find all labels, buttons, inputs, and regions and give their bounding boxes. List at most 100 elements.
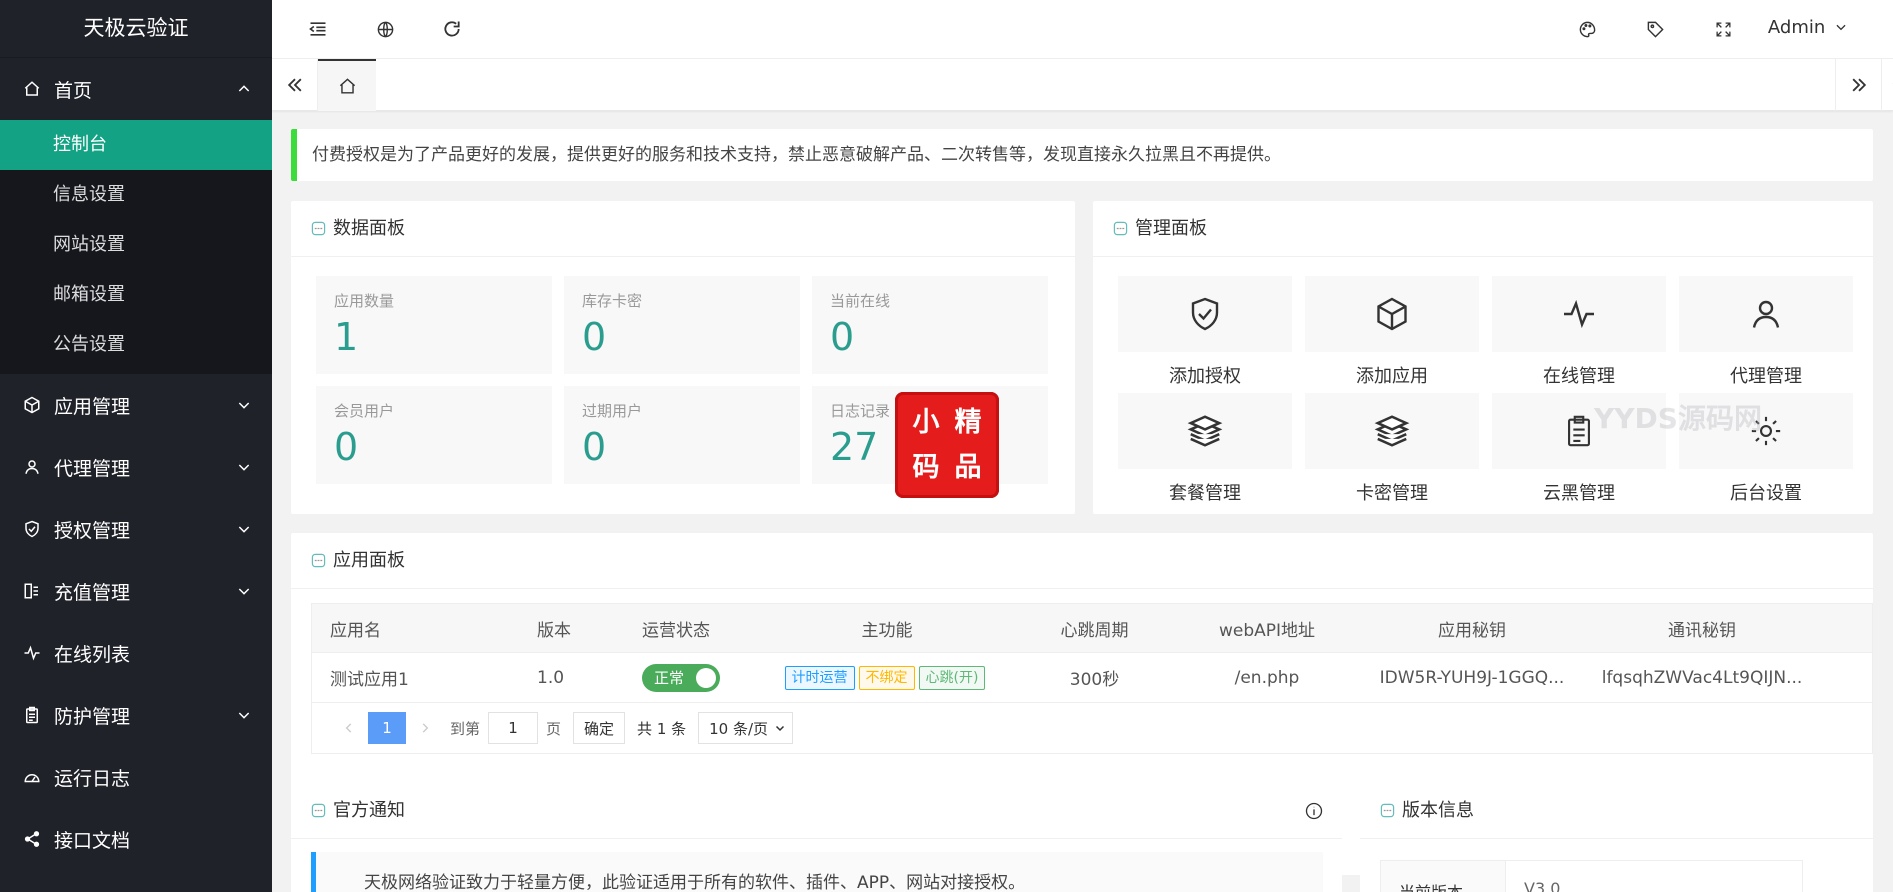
next-page-button[interactable] [406, 712, 444, 744]
sidebar-item-announcement-settings[interactable]: 公告设置 [0, 320, 272, 370]
panel-icon [1380, 803, 1395, 818]
official-notice-text: 天极网络验证致力于轻量方便，此验证适用于所有的软件、插件、APP、网站对接授权。 [311, 852, 1323, 892]
user-name: Admin [1767, 17, 1826, 38]
app-name: 测试应用1 [330, 670, 409, 690]
manage-package[interactable]: 套餐管理 [1118, 393, 1292, 505]
sidebar-item-label: 首页 [54, 79, 93, 102]
tag-button[interactable] [1635, 0, 1675, 58]
top-header: Admin [272, 0, 1893, 59]
status-cell: 正常 [642, 663, 772, 692]
prev-page-button[interactable] [330, 712, 368, 744]
manage-label: 卡密管理 [1356, 483, 1428, 504]
version-value: V3.0 [1524, 879, 1561, 892]
more-button[interactable] [1883, 0, 1893, 58]
manage-add-app[interactable]: 添加应用 [1305, 276, 1479, 388]
cube-icon [1377, 297, 1407, 331]
seal-stamp: 小 精 码 品 [895, 392, 999, 498]
manage-agent[interactable]: 代理管理 [1679, 276, 1853, 388]
page-unit: 页 [546, 719, 562, 738]
clipboard-icon [22, 705, 42, 725]
pagination: 1 到第 1 页 确定 共 1 条 10 条/页 [312, 703, 1872, 753]
sidebar-item-app-manage[interactable]: 应用管理 [0, 374, 272, 436]
sidebar-item-recharge-manage[interactable]: 充值管理 [0, 560, 272, 622]
indent-icon [309, 22, 326, 36]
panel-icon [311, 803, 326, 818]
manage-label: 添加应用 [1356, 366, 1428, 387]
recharge-icon [22, 581, 42, 601]
tab-home[interactable] [318, 59, 376, 111]
manage-online[interactable]: 在线管理 [1492, 276, 1666, 388]
chevron-down-icon [1836, 24, 1846, 31]
switch-knob [696, 667, 716, 688]
chevron-down-icon [776, 725, 785, 732]
manage-add-auth[interactable]: 添加授权 [1118, 276, 1292, 388]
panel-title: 应用面板 [333, 549, 405, 571]
collapse-sidebar-button[interactable] [298, 0, 338, 58]
official-notice-header: 官方通知 [291, 783, 1342, 839]
manage-card[interactable]: 卡密管理 [1305, 393, 1479, 505]
user-menu[interactable]: Admin [1768, 0, 1848, 58]
gauge-icon [22, 767, 42, 787]
sidebar-item-api-docs[interactable]: 接口文档 [0, 808, 272, 870]
refresh-icon [444, 21, 460, 37]
sidebar-item-agent-manage[interactable]: 代理管理 [0, 436, 272, 498]
manage-panel: 管理面板 添加授权 添加应用 在线管理 代理管理 套餐管理 卡密管理 云黑管理 … [1093, 201, 1873, 514]
sidebar-item-dashboard[interactable]: 控制台 [0, 120, 272, 170]
refresh-button[interactable] [432, 0, 472, 58]
api-address: /en.php [1234, 667, 1300, 688]
column-header: 版本 [537, 620, 571, 641]
page-size-select[interactable]: 10 条/页 [698, 712, 794, 744]
panel-title: 管理面板 [1135, 217, 1207, 239]
info-icon[interactable] [1304, 801, 1324, 821]
fullscreen-button[interactable] [1703, 0, 1743, 58]
chevron-up-icon [238, 85, 250, 92]
chevron-left-icon [345, 723, 352, 733]
tag-timed: 计时运营 [784, 665, 855, 690]
sidebar-item-run-log[interactable]: 运行日志 [0, 746, 272, 808]
sidebar-item-site-settings[interactable]: 网站设置 [0, 220, 272, 270]
status-switch[interactable]: 正常 [642, 663, 720, 692]
version-panel-header: 版本信息 [1360, 783, 1873, 839]
stat-card-stock: 库存卡密 0 [564, 276, 800, 374]
sidebar-item-online-list[interactable]: 在线列表 [0, 622, 272, 684]
table-header-row: 应用名 版本 运营状态 主功能 心跳周期 webAPI地址 应用秘钥 通讯秘钥 [312, 604, 1872, 653]
chevron-down-icon [238, 464, 250, 471]
goto-page-input[interactable]: 1 [488, 712, 539, 744]
sidebar-item-auth-manage[interactable]: 授权管理 [0, 498, 272, 560]
stat-value: 0 [830, 315, 855, 359]
page-number[interactable]: 1 [368, 712, 406, 744]
version-table: 当前版本 V3.0 [1380, 860, 1803, 892]
manage-label: 代理管理 [1730, 366, 1802, 387]
column-header: 主功能 [861, 620, 913, 641]
sidebar-item-label: 运行日志 [54, 767, 131, 790]
version-label: 当前版本 [1381, 861, 1506, 892]
layers-icon [1374, 415, 1410, 447]
sidebar-item-info-settings[interactable]: 信息设置 [0, 170, 272, 220]
cube-icon [22, 395, 42, 415]
sidebar-item-label: 接口文档 [54, 829, 131, 852]
sidebar-item-protect-manage[interactable]: 防护管理 [0, 684, 272, 746]
sidebar-item-label: 代理管理 [54, 457, 131, 480]
website-button[interactable] [365, 0, 405, 58]
app-panel-header: 应用面板 [291, 533, 1873, 589]
tab-scroll-right-button[interactable] [1835, 59, 1881, 111]
stat-value: 1 [334, 315, 359, 359]
tab-scroll-left-button[interactable] [272, 59, 318, 111]
stat-label: 库存卡密 [582, 292, 643, 310]
manage-label: 在线管理 [1543, 366, 1615, 387]
panel-icon [1113, 221, 1128, 236]
sidebar-item-mail-settings[interactable]: 邮箱设置 [0, 270, 272, 320]
confirm-goto-button[interactable]: 确定 [573, 712, 626, 744]
sidebar-item-home[interactable]: 首页 [0, 58, 272, 120]
tab-menu-button[interactable] [1881, 59, 1893, 111]
theme-button[interactable] [1567, 0, 1607, 58]
watermark-text: YYDS源码网 [1594, 402, 1762, 435]
layers-icon [1187, 415, 1223, 447]
stat-label: 过期用户 [582, 402, 643, 420]
sidebar-item-label: 授权管理 [54, 519, 131, 542]
app-logo-title[interactable]: 天极云验证 [0, 0, 272, 58]
chevron-down-icon [238, 712, 250, 719]
license-notice: 付费授权是为了产品更好的发展，提供更好的服务和技术支持，禁止恶意破解产品、二次转… [291, 129, 1873, 181]
fullscreen-icon [1715, 21, 1731, 37]
tab-bar [272, 59, 1893, 111]
